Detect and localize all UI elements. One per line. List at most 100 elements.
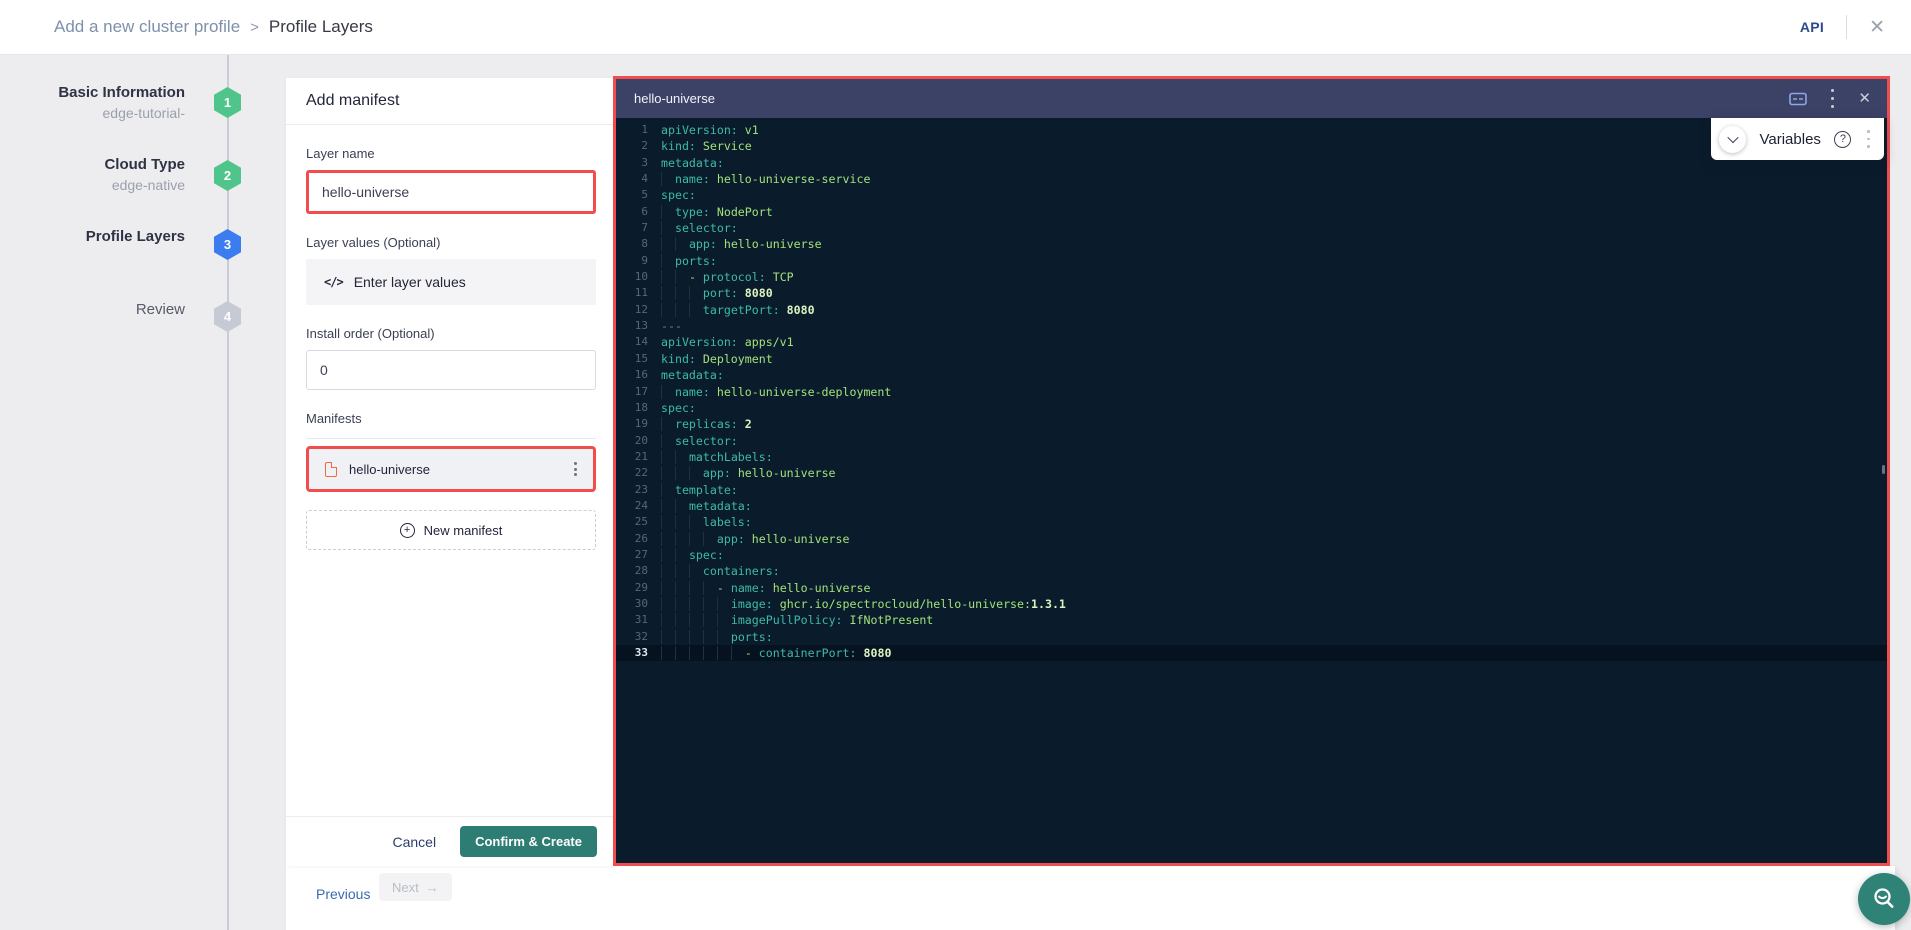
- install-order-input[interactable]: [306, 350, 596, 390]
- breadcrumb-current: Profile Layers: [269, 17, 373, 37]
- variables-popover: Variables ?: [1711, 118, 1884, 160]
- line-number: 9: [616, 253, 661, 269]
- install-order-label: Install order (Optional): [306, 326, 596, 341]
- variables-collapse-button[interactable]: [1719, 126, 1746, 153]
- code-line: 14apiVersion: apps/v1: [616, 334, 1887, 350]
- line-number: 26: [616, 531, 661, 547]
- code-line: 32 ports:: [616, 629, 1887, 645]
- api-button[interactable]: API: [1800, 19, 1824, 35]
- line-number: 17: [616, 384, 661, 400]
- line-number: 21: [616, 449, 661, 465]
- code-line: 1apiVersion: v1: [616, 122, 1887, 138]
- line-number: 3: [616, 155, 661, 171]
- line-number: 5: [616, 187, 661, 203]
- help-search-bubble[interactable]: [1858, 873, 1910, 925]
- panel-title: Add manifest: [286, 78, 616, 124]
- breadcrumb-parent-link[interactable]: Add a new cluster profile: [54, 17, 240, 37]
- confirm-create-button[interactable]: Confirm & Create: [460, 826, 597, 857]
- code-line: 5spec:: [616, 187, 1887, 203]
- divider: [306, 438, 596, 439]
- code-line: 6 type: NodePort: [616, 204, 1887, 220]
- previous-button[interactable]: Previous: [316, 886, 370, 902]
- manifest-kebab-menu-icon[interactable]: [570, 458, 581, 480]
- line-number: 13: [616, 318, 661, 334]
- close-icon[interactable]: ✕: [1869, 18, 1885, 37]
- layer-name-label: Layer name: [306, 146, 596, 161]
- enter-layer-values-button[interactable]: </> Enter layer values: [306, 259, 596, 305]
- code-line: 13---: [616, 318, 1887, 334]
- step-number-badge[interactable]: 3: [214, 229, 241, 260]
- line-number: 25: [616, 514, 661, 530]
- next-button-label: Next: [392, 880, 419, 895]
- line-number: 12: [616, 302, 661, 318]
- code-line: 20 selector:: [616, 433, 1887, 449]
- code-line: 16metadata:: [616, 367, 1887, 383]
- breadcrumb-separator: >: [250, 19, 259, 36]
- code-line: 18spec:: [616, 400, 1887, 416]
- code-line: 17 name: hello-universe-deployment: [616, 384, 1887, 400]
- code-line: 15kind: Deployment: [616, 351, 1887, 367]
- code-line: 26 app: hello-universe: [616, 531, 1887, 547]
- editor-title: hello-universe: [634, 91, 1789, 106]
- line-number: 33: [616, 645, 661, 661]
- editor-header: hello-universe ✕: [616, 79, 1887, 118]
- variables-label: Variables: [1758, 131, 1822, 148]
- line-number: 18: [616, 400, 661, 416]
- code-line: 2kind: Service: [616, 138, 1887, 154]
- breadcrumb: Add a new cluster profile > Profile Laye…: [54, 17, 373, 37]
- variables-kebab-menu-icon[interactable]: [1863, 125, 1874, 153]
- cancel-button[interactable]: Cancel: [392, 834, 436, 850]
- layer-name-input[interactable]: [306, 170, 596, 214]
- editor-kebab-menu-icon[interactable]: [1827, 84, 1838, 114]
- step-label: Basic Information: [0, 84, 185, 101]
- manifest-editor-panel: hello-universe ✕ 1apiVersion: v12kind: S…: [613, 76, 1890, 866]
- arrow-right-icon: →: [426, 880, 439, 895]
- divider: [286, 124, 616, 125]
- code-line: 9 ports:: [616, 253, 1887, 269]
- line-number: 16: [616, 367, 661, 383]
- code-line: 30 image: ghcr.io/spectrocloud/hello-uni…: [616, 596, 1887, 612]
- step-sublabel: edge-native: [0, 177, 185, 193]
- code-line: 3metadata:: [616, 155, 1887, 171]
- line-number: 1: [616, 122, 661, 138]
- next-button[interactable]: Next →: [379, 873, 452, 901]
- line-number: 4: [616, 171, 661, 187]
- line-number: 28: [616, 563, 661, 579]
- code-icon: </>: [324, 275, 343, 289]
- new-manifest-button[interactable]: + New manifest: [306, 510, 596, 550]
- split-view-icon[interactable]: [1789, 92, 1807, 106]
- code-line: 21 matchLabels:: [616, 449, 1887, 465]
- manifest-item-name: hello-universe: [349, 462, 570, 477]
- line-number: 24: [616, 498, 661, 514]
- code-line: 19 replicas: 2: [616, 416, 1887, 432]
- code-editor[interactable]: 1apiVersion: v12kind: Service3metadata:4…: [616, 118, 1887, 863]
- top-header: Add a new cluster profile > Profile Laye…: [0, 0, 1911, 55]
- line-number: 30: [616, 596, 661, 612]
- step-label: Cloud Type: [0, 156, 185, 173]
- add-manifest-panel: Add manifest Layer name Layer values (Op…: [286, 78, 616, 866]
- step-sublabel: edge-tutorial-: [0, 105, 185, 121]
- line-number: 23: [616, 482, 661, 498]
- code-line: 27 spec:: [616, 547, 1887, 563]
- manifest-item-hello-universe[interactable]: hello-universe: [306, 446, 596, 492]
- code-lines: 1apiVersion: v12kind: Service3metadata:4…: [616, 122, 1887, 661]
- code-line: 33 - containerPort: 8080: [616, 645, 1887, 661]
- editor-close-icon[interactable]: ✕: [1858, 91, 1871, 106]
- line-number: 27: [616, 547, 661, 563]
- step-number-badge[interactable]: 2: [214, 160, 241, 191]
- manifest-file-icon: [325, 462, 337, 477]
- enter-layer-values-label: Enter layer values: [354, 274, 466, 290]
- header-divider: [1846, 15, 1847, 39]
- step-label: Profile Layers: [0, 228, 185, 245]
- line-number: 20: [616, 433, 661, 449]
- editor-scrollbar[interactable]: [1882, 465, 1885, 474]
- step-number-badge[interactable]: 4: [214, 301, 241, 332]
- line-number: 2: [616, 138, 661, 154]
- code-line: 22 app: hello-universe: [616, 465, 1887, 481]
- line-number: 6: [616, 204, 661, 220]
- code-line: 10 - protocol: TCP: [616, 269, 1887, 285]
- line-number: 8: [616, 236, 661, 252]
- wizard-footer: Previous Next →: [286, 866, 1895, 930]
- step-number-badge[interactable]: 1: [214, 87, 241, 118]
- variables-help-icon[interactable]: ?: [1834, 131, 1851, 148]
